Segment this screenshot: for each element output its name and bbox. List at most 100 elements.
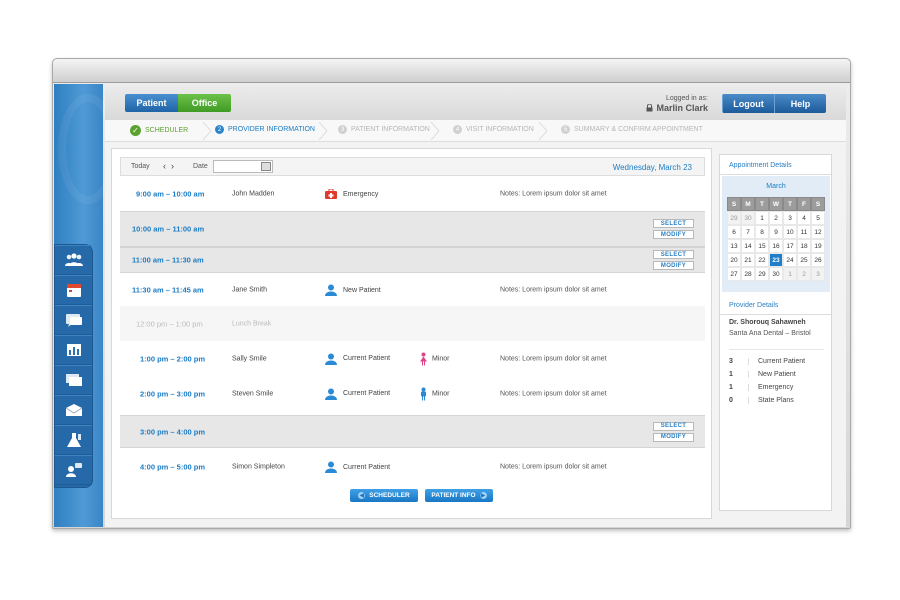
- help-button[interactable]: Help: [774, 94, 826, 113]
- calendar-day[interactable]: 2: [769, 211, 783, 225]
- nav-lab[interactable]: [55, 425, 92, 455]
- calendar-day[interactable]: 9: [769, 225, 783, 239]
- office-toggle-button[interactable]: Office: [178, 94, 231, 112]
- calendar-day[interactable]: 15: [755, 239, 769, 253]
- stat-label: Emergency: [758, 384, 794, 391]
- step-separator-icon: [318, 122, 328, 140]
- time-slot: 11:00 am – 11:30 am: [132, 255, 204, 265]
- logout-button[interactable]: Logout: [722, 94, 774, 113]
- select-button[interactable]: SELECT: [653, 250, 694, 259]
- appointment-notes: Notes: Lorem ipsum dolor sit amet: [500, 463, 607, 471]
- nav-calendar[interactable]: [55, 275, 92, 305]
- schedule-toolbar: Today ‹ › Date Wednesday, March 23: [120, 157, 705, 176]
- calendar-day[interactable]: 20: [727, 253, 741, 267]
- patient-toggle-button[interactable]: Patient: [125, 94, 178, 112]
- calendar-day[interactable]: 30: [769, 267, 783, 281]
- flask-icon: [66, 433, 81, 447]
- modify-button[interactable]: MODIFY: [653, 261, 694, 270]
- appointment-notes: Notes: Lorem ipsum dolor sit amet: [500, 286, 607, 294]
- nav-mail[interactable]: [55, 395, 92, 425]
- patient-info-button[interactable]: PATIENT INFO ▶: [425, 489, 493, 502]
- modify-button[interactable]: MODIFY: [653, 432, 694, 442]
- calendar-day[interactable]: 18: [797, 239, 811, 253]
- arrow-left-icon: ◀: [358, 492, 366, 499]
- calendar-day[interactable]: 3: [783, 211, 797, 225]
- scheduler-button[interactable]: ◀ SCHEDULER: [350, 489, 418, 502]
- calendar-day[interactable]: 12: [811, 225, 825, 239]
- calendar-day[interactable]: 25: [797, 253, 811, 267]
- calendar-day[interactable]: 17: [783, 239, 797, 253]
- calendar-day[interactable]: 21: [741, 253, 755, 267]
- calendar-day[interactable]: 22: [755, 253, 769, 267]
- calendar-day[interactable]: 19: [811, 239, 825, 253]
- appointment-row[interactable]: 4:00 pm – 5:00 pm Simon Simpleton Curren…: [120, 449, 705, 485]
- calendar-grid: S M T W T F S 29 30 1 2 3 4 5 6 7 8 9 10 11 12 13 14 15 16 17 18 19…: [727, 197, 825, 281]
- calendar-day[interactable]: 29: [755, 267, 769, 281]
- appointment-row[interactable]: 11:30 am – 11:45 am Jane Smith New Patie…: [120, 274, 705, 306]
- calendar-day[interactable]: 2: [797, 267, 811, 281]
- calendar-day[interactable]: 28: [741, 267, 755, 281]
- stat-label: New Patient: [758, 371, 796, 378]
- calendar-day[interactable]: 24: [783, 253, 797, 267]
- step-separator-icon: [202, 122, 212, 140]
- calendar-day[interactable]: 16: [769, 239, 783, 253]
- date-label: Date: [193, 163, 208, 170]
- nav-documents[interactable]: [55, 365, 92, 395]
- appointment-type: Current Patient: [325, 353, 390, 365]
- calendar-day[interactable]: 27: [727, 267, 741, 281]
- calendar-day[interactable]: 8: [755, 225, 769, 239]
- weekday-header: T: [783, 197, 797, 211]
- patient-name: Steven Smile: [232, 390, 274, 397]
- person-icon: [325, 461, 337, 473]
- window-title-bar: [53, 59, 850, 83]
- person-icon: [325, 284, 337, 296]
- calendar-day[interactable]: 1: [783, 267, 797, 281]
- date-input[interactable]: [213, 160, 273, 173]
- calendar-day[interactable]: 10: [783, 225, 797, 239]
- modify-button[interactable]: MODIFY: [653, 230, 694, 239]
- today-button[interactable]: Today: [131, 163, 150, 170]
- calendar-day[interactable]: 4: [797, 211, 811, 225]
- girl-icon: [420, 352, 427, 365]
- calendar-day[interactable]: 23: [769, 253, 783, 267]
- calendar-day[interactable]: 5: [811, 211, 825, 225]
- appointment-row[interactable]: 2:00 pm – 3:00 pm Steven Smile Current P…: [120, 376, 705, 411]
- prev-day-icon[interactable]: ‹: [163, 161, 166, 171]
- step-summary-confirm[interactable]: 5 Summary & Confirm Appointment: [561, 125, 703, 134]
- step-scheduler[interactable]: ✓ Scheduler: [130, 125, 188, 136]
- appointment-type: Emergency: [325, 189, 378, 199]
- stat-label: State Plans: [758, 397, 794, 404]
- stat-count: 0: [729, 397, 749, 404]
- calendar-day[interactable]: 3: [811, 267, 825, 281]
- calendar-day[interactable]: 30: [741, 211, 755, 225]
- nav-patients[interactable]: [55, 245, 92, 275]
- stat-row: 0 State Plans: [729, 394, 824, 407]
- nav-messages[interactable]: [55, 305, 92, 335]
- calendar-picker-icon[interactable]: [261, 162, 271, 171]
- calendar-day[interactable]: 1: [755, 211, 769, 225]
- step-wizard: ✓ Scheduler 2 Provider Information 3 Patien…: [105, 120, 846, 142]
- step-visit-information[interactable]: 4 Visit Information: [453, 125, 534, 134]
- calendar-day[interactable]: 7: [741, 225, 755, 239]
- calendar-day[interactable]: 29: [727, 211, 741, 225]
- calendar-day[interactable]: 11: [797, 225, 811, 239]
- select-button[interactable]: SELECT: [653, 421, 694, 431]
- calendar-day[interactable]: 13: [727, 239, 741, 253]
- nav-support[interactable]: [55, 455, 92, 485]
- appointment-type: Current Patient: [325, 461, 390, 473]
- provider-stats: 3 Current Patient 1 New Patient 1 Emergency 0 S…: [729, 349, 824, 407]
- date-navigation: ‹ ›: [163, 161, 174, 171]
- time-slot: 12:00 pm – 1:00 pm: [136, 319, 203, 328]
- calendar-day[interactable]: 6: [727, 225, 741, 239]
- next-day-icon[interactable]: ›: [171, 161, 174, 171]
- step-provider-information[interactable]: 2 Provider Information: [215, 125, 315, 134]
- select-button[interactable]: SELECT: [653, 219, 694, 228]
- appointment-row[interactable]: 1:00 pm – 2:00 pm Sally Smile Current Pa…: [120, 341, 705, 376]
- step-patient-information[interactable]: 3 Patient Information: [338, 125, 430, 134]
- calendar-day[interactable]: 26: [811, 253, 825, 267]
- nav-reports[interactable]: [55, 335, 92, 365]
- appointment-row[interactable]: 9:00 am – 10:00 am John Madden Emergency…: [120, 177, 705, 211]
- calendar-day[interactable]: 14: [741, 239, 755, 253]
- check-icon: ✓: [130, 125, 141, 136]
- bar-chart-icon: [66, 344, 81, 356]
